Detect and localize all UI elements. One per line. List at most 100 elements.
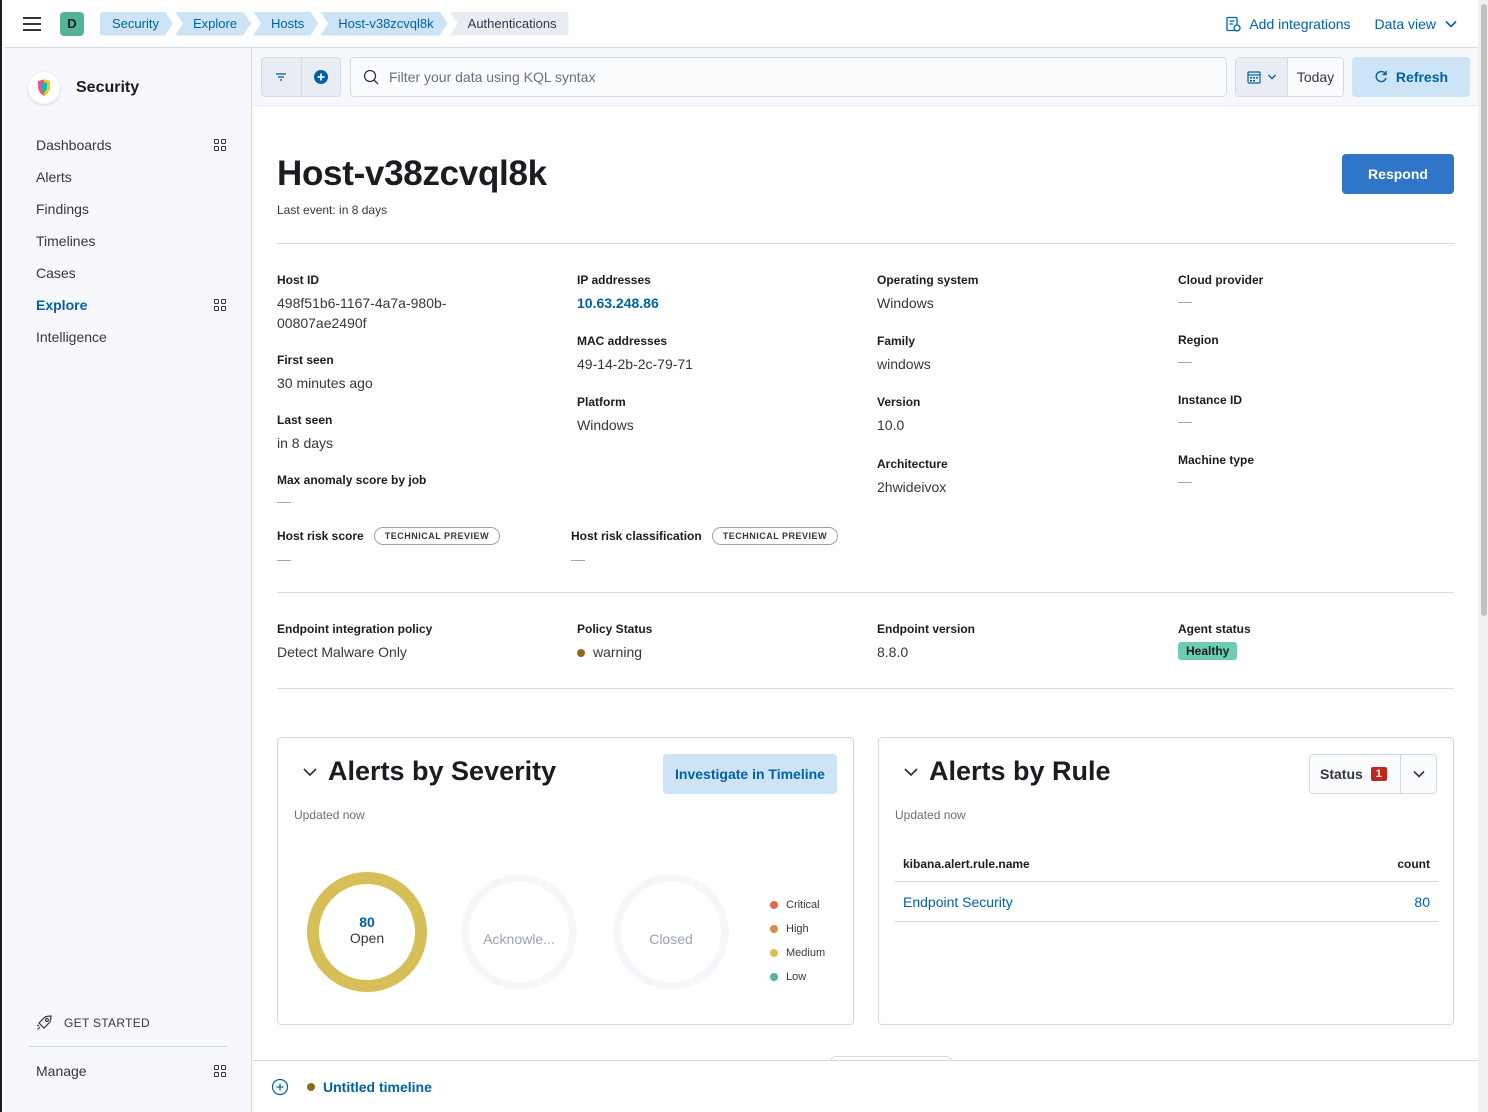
host-id-line2: 00807ae2490f [277, 315, 367, 331]
legend-swatch [770, 925, 778, 933]
sidebar-item-timelines[interactable]: Timelines [36, 225, 226, 257]
column-header-rule-name[interactable]: kibana.alert.rule.name [903, 857, 1030, 871]
apps-grid-icon[interactable] [214, 299, 226, 311]
breadcrumb-explore[interactable]: Explore [175, 12, 251, 36]
refresh-button[interactable]: Refresh [1352, 57, 1470, 97]
sidebar-item-label: Cases [36, 265, 76, 281]
chevron-down-icon[interactable] [903, 766, 919, 778]
brand[interactable]: Security [28, 72, 139, 104]
field-value: Detect Malware Only [277, 644, 407, 660]
first-seen-field: First seen 30 minutes ago [277, 353, 537, 393]
sidebar-item-manage[interactable]: Manage [36, 1055, 226, 1087]
breadcrumb-hosts[interactable]: Hosts [253, 12, 318, 36]
chevron-down-icon[interactable] [302, 766, 318, 778]
technical-preview-badge: TECHNICAL PREVIEW [711, 527, 839, 545]
get-started-link[interactable]: GET STARTED [36, 1015, 150, 1031]
breadcrumb-host[interactable]: Host-v38zcvql8k [320, 12, 447, 36]
page-scrollbar[interactable] [1478, 0, 1488, 1112]
status-dropdown-toggle[interactable] [1400, 755, 1436, 793]
legend-item-medium[interactable]: Medium [770, 941, 825, 965]
column-header-count[interactable]: count [1397, 857, 1430, 871]
field-value: Windows [577, 417, 634, 433]
main-content: Host-v38zcvql8k Last event: in 8 days Re… [253, 106, 1478, 1060]
add-filter-button[interactable] [300, 58, 340, 96]
sidebar-item-explore[interactable]: Explore [36, 289, 226, 321]
rule-name-link[interactable]: Endpoint Security [903, 894, 1013, 910]
quick-select-button[interactable] [1236, 58, 1288, 96]
field-label: Operating system [877, 273, 979, 287]
rule-count-link[interactable]: 80 [1414, 894, 1430, 910]
scrollbar-thumb[interactable] [1481, 4, 1487, 616]
divider [277, 243, 1454, 244]
sidebar-item-findings[interactable]: Findings [36, 193, 226, 225]
policy-status-text: warning [593, 644, 643, 660]
field-label: Host risk classification TECHNICAL PREVIE… [571, 527, 891, 545]
query-bar: Filter your data using KQL syntax Today … [253, 48, 1478, 106]
alerts-by-rule-title: Alerts by Rule [929, 756, 1111, 786]
machine-type-field: Machine type — [1178, 453, 1438, 489]
divider [277, 688, 1454, 689]
apps-grid-icon[interactable] [214, 139, 226, 151]
respond-button[interactable]: Respond [1342, 154, 1454, 194]
timeline-title-button[interactable]: Untitled timeline [307, 1079, 432, 1095]
region-field: Region — [1178, 333, 1438, 369]
search-icon [363, 69, 379, 85]
field-label: Machine type [1178, 453, 1255, 467]
legend-item-low[interactable]: Low [770, 965, 825, 989]
endpoint-policy-field: Endpoint integration policy Detect Malwa… [277, 622, 537, 662]
breadcrumb-security[interactable]: Security [100, 12, 173, 36]
legend-label: Critical [786, 899, 820, 911]
updated-text: Updated now [895, 808, 966, 822]
family-field: Family windows [877, 334, 1137, 374]
chevron-down-icon [1412, 770, 1425, 778]
plus-in-circle-icon[interactable] [271, 1078, 289, 1096]
sidebar-item-cases[interactable]: Cases [36, 257, 226, 289]
platform-field: Platform Windows [577, 395, 837, 435]
closed-label: Closed [649, 931, 693, 947]
sidebar-item-label: Findings [36, 201, 89, 217]
severity-legend: Critical High Medium Low [770, 893, 825, 989]
add-integrations-button[interactable]: Add integrations [1225, 16, 1351, 32]
space-avatar[interactable]: D [60, 11, 84, 36]
sidebar-item-label: Dashboards [36, 137, 112, 153]
apps-grid-icon[interactable] [214, 1065, 226, 1077]
menu-toggle-button[interactable] [4, 0, 60, 48]
legend-label: Medium [786, 947, 826, 959]
investigate-in-timeline-button[interactable]: Investigate in Timeline [663, 754, 837, 794]
data-view-button[interactable]: Data view [1375, 16, 1458, 32]
date-range-today[interactable]: Today [1288, 58, 1343, 96]
endpoint-version-field: Endpoint version 8.8.0 [877, 622, 1137, 662]
legend-item-high[interactable]: High [770, 917, 825, 941]
filter-options-button[interactable] [262, 58, 301, 96]
table-header: kibana.alert.rule.name count [895, 846, 1438, 882]
sidebar-item-label: Manage [36, 1063, 87, 1079]
field-value: 10.0 [877, 417, 905, 433]
sidebar-item-alerts[interactable]: Alerts [36, 161, 226, 193]
sidebar-item-label: Explore [36, 297, 88, 313]
ip-addresses-field: IP addresses 10.63.248.86 [577, 273, 837, 313]
field-label: Version [877, 395, 921, 409]
field-value: windows [877, 356, 931, 372]
ip-address-link[interactable]: 10.63.248.86 [577, 293, 837, 313]
timeline-title: Untitled timeline [323, 1078, 432, 1095]
open-count[interactable]: 80 [307, 914, 427, 930]
field-value: — [277, 493, 291, 509]
host-id-field: Host ID 498f51b6-1167-4a7a-980b- 00807ae… [277, 273, 537, 333]
field-label: First seen [277, 353, 334, 367]
sidebar-item-dashboards[interactable]: Dashboards [36, 129, 226, 161]
search-input[interactable]: Filter your data using KQL syntax [350, 57, 1227, 97]
sidebar-divider [28, 1046, 228, 1047]
field-label: Platform [577, 395, 626, 409]
field-value: 2hwideivox [877, 479, 947, 495]
field-label: Instance ID [1178, 393, 1243, 407]
brand-title: Security [76, 79, 140, 96]
panel-title[interactable]: Alerts by Severity [302, 756, 556, 787]
panel-title[interactable]: Alerts by Rule [903, 756, 1111, 787]
sidebar-item-intelligence[interactable]: Intelligence [36, 321, 226, 353]
legend-item-critical[interactable]: Critical [770, 893, 825, 917]
field-label: Host risk score TECHNICAL PREVIEW [277, 527, 577, 545]
alerts-by-severity-title: Alerts by Severity [328, 756, 557, 786]
top-header: D Security Explore Hosts Host-v38zcvql8k… [4, 0, 1478, 48]
status-label: Status [1320, 766, 1363, 782]
status-filter-button[interactable]: Status 1 [1309, 754, 1437, 794]
